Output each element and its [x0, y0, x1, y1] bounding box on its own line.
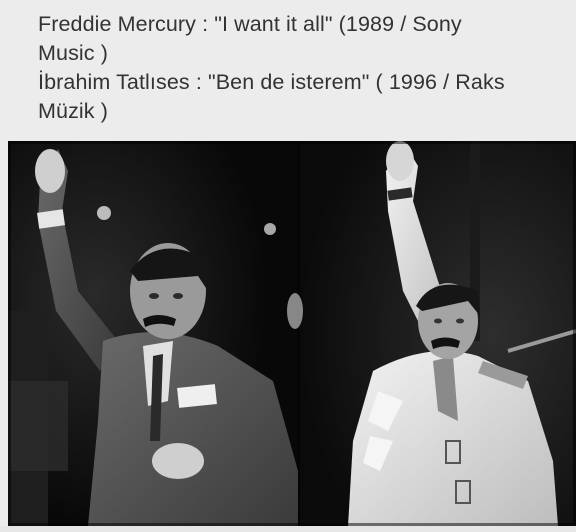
bottom-border	[0, 526, 576, 532]
stage-structure	[8, 381, 68, 471]
comparison-photo	[8, 141, 576, 526]
stage-light	[287, 293, 303, 329]
caption-line-ibrahim-label: Müzik )	[38, 99, 108, 123]
caption-text: Freddie Mercury : "I want it all" (1989 …	[38, 10, 558, 126]
meme-post: Freddie Mercury : "I want it all" (1989 …	[0, 0, 576, 532]
panel-divider	[297, 141, 300, 526]
caption-line-freddie-label: Music )	[38, 41, 108, 65]
caption-line-ibrahim: İbrahim Tatlıses : "Ben de isterem" ( 19…	[38, 70, 505, 94]
stage-light	[97, 206, 111, 220]
caption-line-freddie: Freddie Mercury : "I want it all" (1989 …	[38, 12, 462, 36]
stage-light	[264, 223, 276, 235]
